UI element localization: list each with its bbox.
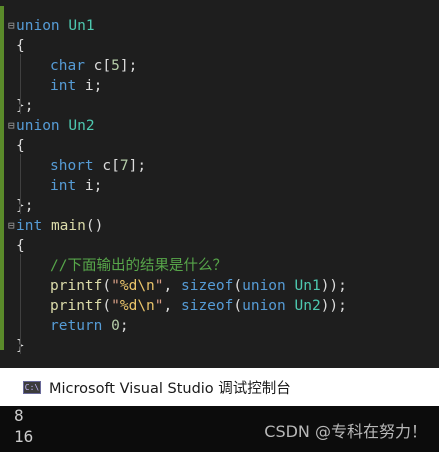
code-token: ; (93, 78, 103, 94)
code-token: " (154, 278, 164, 294)
code-token: i (76, 78, 94, 94)
code-token: () (85, 218, 104, 234)
code-token: }; (16, 198, 34, 214)
code-token: [ (111, 158, 120, 174)
code-token: c (84, 58, 103, 74)
code-token: union (16, 18, 60, 34)
code-token: main (50, 218, 86, 234)
code-line: return 0; (16, 316, 347, 336)
console-title: Microsoft Visual Studio 调试控制台 (49, 380, 291, 397)
code-token: ( (102, 278, 112, 294)
code-token: { (16, 238, 25, 254)
code-editor[interactable]: ⊟ union Un1{char c[5]; int i;}; ⊟ union Un2{… (0, 0, 439, 368)
code-line: } (16, 336, 347, 356)
code-line: { (16, 36, 347, 56)
code-token: printf (50, 298, 103, 314)
fold-toggle-icon[interactable]: ⊟ (8, 16, 15, 36)
code-token: ( (102, 298, 112, 314)
csdn-watermark: CSDN @专科在努力！ (264, 422, 427, 441)
code-token: sizeof (180, 278, 234, 294)
code-token: [ (102, 58, 112, 74)
code-token: 0 (111, 318, 120, 334)
code-token: Un1 (294, 278, 321, 294)
code-token: printf (50, 278, 103, 294)
code-token: 5 (111, 58, 120, 74)
code-token: ( (233, 278, 243, 294)
change-indicator-bar (0, 6, 4, 350)
code-line: int i; (16, 76, 347, 96)
code-token: { (16, 138, 25, 154)
code-token: Un1 (68, 18, 95, 34)
code-line: char c[5]; (16, 56, 347, 76)
code-token: " (111, 278, 120, 294)
code-token: int (50, 78, 77, 94)
code-token: 7 (119, 158, 129, 174)
code-token: " (154, 298, 164, 314)
console-app-icon: C:\ (23, 380, 41, 394)
code-token: )); (320, 278, 347, 294)
code-line: { (16, 236, 347, 256)
code-token: union (242, 278, 286, 294)
fold-toggle-icon[interactable]: ⊟ (8, 116, 15, 136)
code-line: }; (16, 196, 347, 216)
output-line-1: 8 (14, 406, 24, 425)
code-line: //下面输出的结果是什么？ (16, 256, 347, 276)
code-token: ]; (128, 158, 147, 174)
code-token: ( (233, 298, 243, 314)
code-line: short c[7]; (16, 156, 347, 176)
code-line: int i; (16, 176, 347, 196)
code-line: printf("%d\n", sizeof(union Un2)); (16, 296, 347, 316)
code-token: c (93, 158, 112, 174)
code-token: ]; (119, 58, 138, 74)
console-title-bar[interactable]: C:\ Microsoft Visual Studio 调试控制台 (0, 368, 439, 406)
code-line: { (16, 136, 347, 156)
code-token: union (16, 118, 60, 134)
code-line: }; (16, 96, 347, 116)
indent-guide (20, 54, 21, 114)
code-token: //下面输出的结果是什么？ (50, 258, 227, 274)
code-token: ; (93, 178, 103, 194)
code-token: ; (119, 318, 129, 334)
code-token: , (163, 298, 181, 314)
code-token: %d\n (119, 298, 155, 314)
code-line: ⊟ union Un1 (8, 16, 347, 36)
code-line: ⊟ int main() (8, 216, 347, 236)
code-token: short (50, 158, 94, 174)
code-token: Un2 (68, 118, 95, 134)
code-token: union (242, 298, 286, 314)
code-area[interactable]: ⊟ union Un1{char c[5]; int i;}; ⊟ union Un2{… (8, 16, 347, 356)
code-token: return (50, 318, 103, 334)
code-token: )); (320, 298, 347, 314)
code-token: }; (16, 98, 34, 114)
fold-toggle-icon[interactable]: ⊟ (8, 216, 15, 236)
output-line-2: 16 (14, 427, 34, 446)
code-line: printf("%d\n", sizeof(union Un1)); (16, 276, 347, 296)
code-token: { (16, 38, 25, 54)
code-token: %d\n (119, 278, 155, 294)
code-token: sizeof (180, 298, 234, 314)
code-line: ⊟ union Un2 (8, 116, 347, 136)
code-token: , (163, 278, 181, 294)
indent-guide (20, 254, 21, 354)
code-token: char (50, 58, 85, 74)
code-token: Un2 (294, 298, 321, 314)
code-token: int (50, 178, 77, 194)
code-token: int (16, 218, 43, 234)
indent-guide (20, 154, 21, 214)
code-token: " (111, 298, 120, 314)
code-token: i (76, 178, 94, 194)
